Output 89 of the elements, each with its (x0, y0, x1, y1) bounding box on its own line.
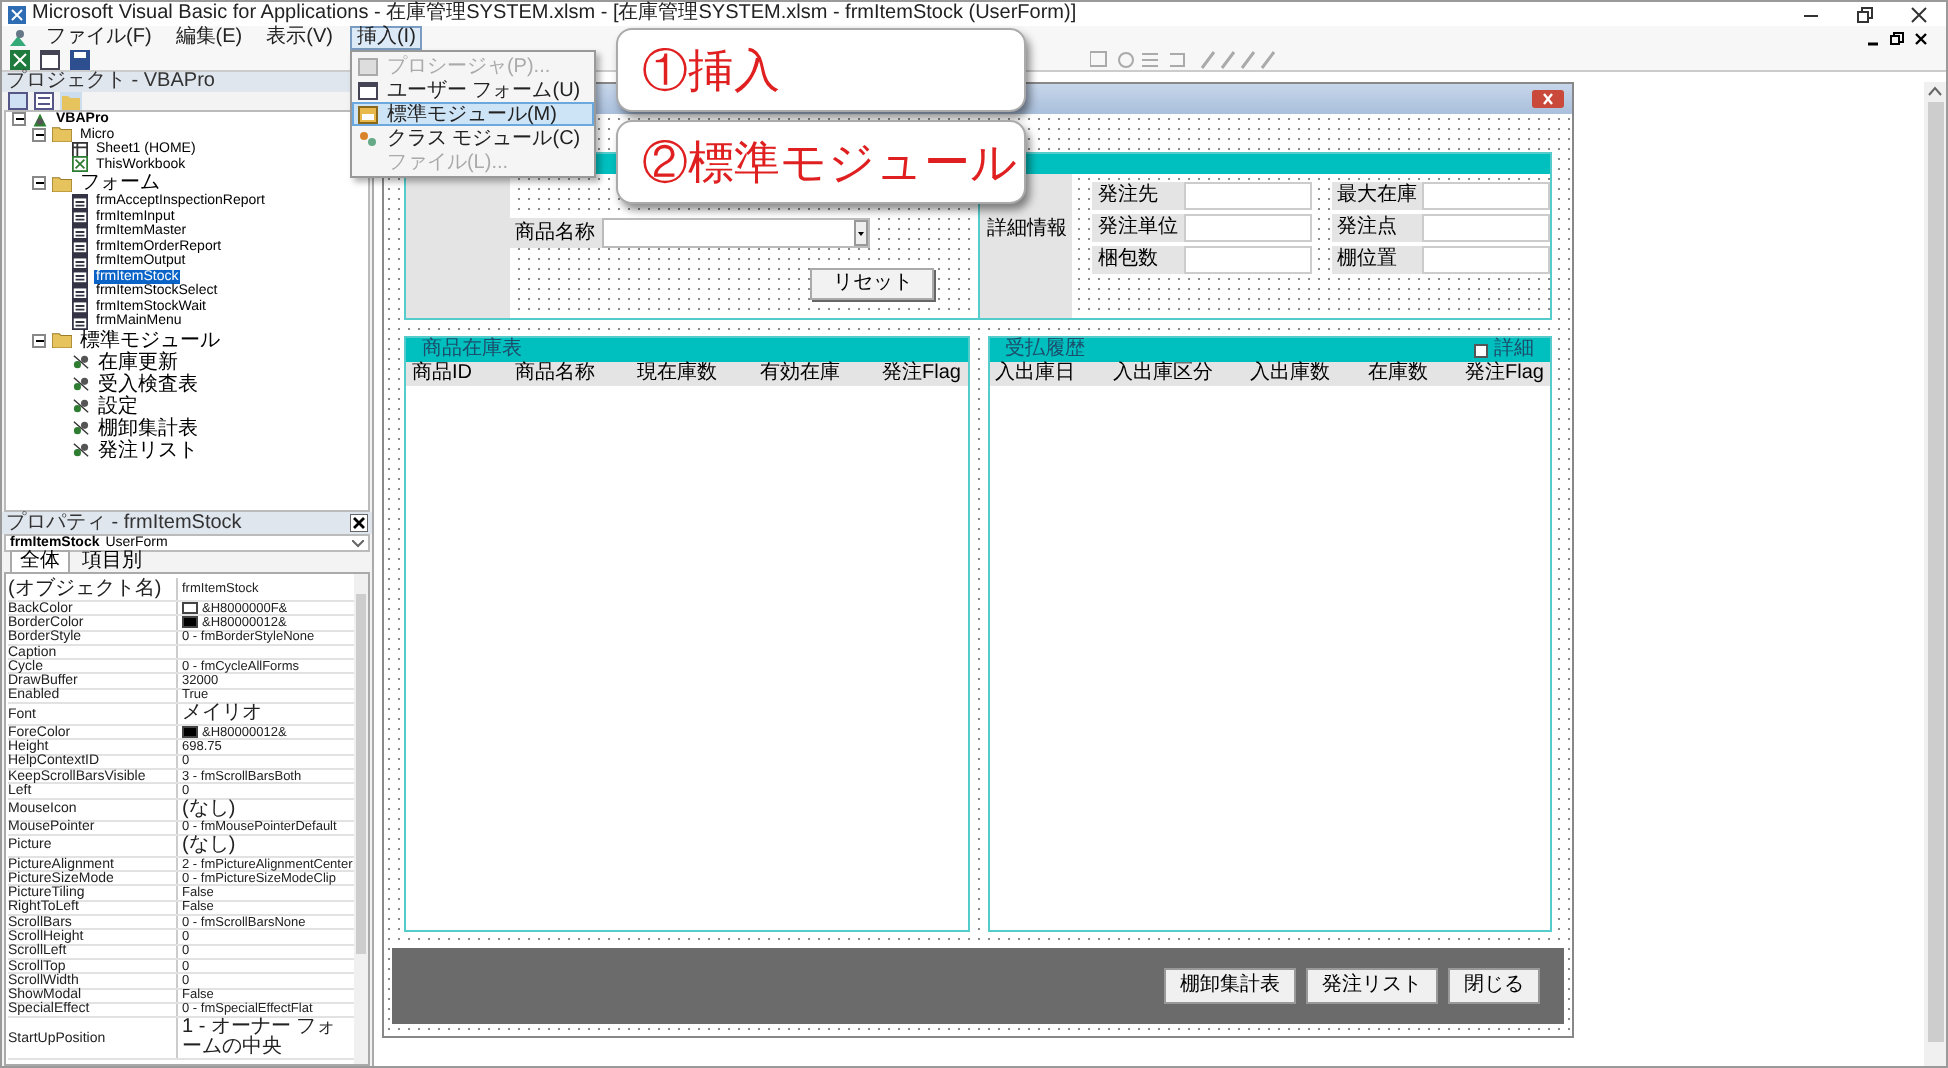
close-icon[interactable] (1910, 5, 1928, 23)
column-header: 発注Flag (1465, 362, 1544, 386)
class-icon (358, 129, 379, 147)
tree-item[interactable]: 棚卸集計表 (96, 417, 200, 439)
menu-item[interactable]: ファイル(F) (40, 26, 158, 50)
field-label: 発注点 (1331, 214, 1423, 242)
save-icon[interactable] (70, 50, 90, 70)
text-field[interactable] (1183, 214, 1312, 242)
column-header: 現在庫数 (637, 362, 717, 386)
menu-entry[interactable]: 標準モジュール(M) (352, 102, 595, 126)
sheet-icon (72, 141, 88, 158)
column-header: 有効在庫 (759, 362, 840, 386)
folder-icon (52, 332, 72, 348)
label-column (406, 174, 510, 318)
property-value[interactable]: メイリオ (182, 704, 262, 725)
property-value[interactable]: 1 - オーナー フォームの中央 (182, 1018, 354, 1059)
form-icon[interactable] (40, 50, 60, 70)
column-header: 発注Flag (882, 362, 961, 386)
window-title: Microsoft Visual Basic for Applications - 在庫管理SYSTEM.xlsm - [在庫管理SYSTEM.xlsm - frmItemStock (UserForm)] (32, 2, 1077, 25)
property-value[interactable]: (なし) (182, 835, 236, 856)
menu-item[interactable]: 挿入(I) (350, 26, 422, 50)
column-header: 入出庫日 (995, 362, 1075, 386)
module-icon (72, 420, 90, 436)
close-icon[interactable] (1914, 31, 1928, 45)
restore-icon[interactable] (1856, 5, 1874, 23)
view-object-icon[interactable] (34, 92, 54, 110)
form-button[interactable]: 発注リスト (1306, 968, 1438, 1004)
tree-item[interactable]: 標準モジュール (78, 329, 222, 351)
collapse-icon[interactable] (12, 112, 26, 127)
reset-button[interactable]: リセット (810, 268, 935, 300)
table-title: 受払履歴 (1005, 338, 1087, 361)
dropdown-caret-icon (352, 539, 364, 547)
property-name[interactable]: (オブジェクト名) (8, 578, 176, 600)
column-header: 商品ID (412, 362, 472, 386)
procedure-icon (358, 57, 379, 75)
form-icon (358, 81, 379, 99)
field-label: 詳細情報 (986, 218, 1067, 242)
form-button[interactable]: 棚卸集計表 (1164, 968, 1296, 1004)
menu-entry[interactable]: クラス モジュール(C) (352, 126, 595, 150)
column-header: 入出庫区分 (1112, 362, 1213, 386)
field-label: 商品名称 (509, 218, 602, 248)
scrollbar[interactable] (354, 574, 368, 1064)
collapse-icon[interactable] (32, 176, 46, 190)
text-field[interactable] (1183, 182, 1312, 210)
tree-item[interactable]: 在庫更新 (96, 351, 180, 373)
field-label: 棚位置 (1331, 246, 1423, 274)
view-code-icon[interactable] (8, 92, 28, 110)
menu-item[interactable]: 表示(V) (260, 26, 339, 50)
column-header: 在庫数 (1367, 362, 1428, 386)
table-title: 商品在庫表 (422, 338, 524, 361)
folder-icon (52, 175, 72, 191)
column-header: 商品名称 (514, 362, 595, 386)
close-icon[interactable] (350, 514, 368, 532)
properties-tab[interactable]: 全体 (10, 550, 70, 572)
scroll-up-icon[interactable] (1928, 86, 1942, 96)
collapse-icon[interactable] (32, 333, 46, 347)
field-label: 発注先 (1092, 182, 1184, 210)
callout-text: ②標準モジュール (642, 134, 1018, 190)
module-icon (72, 398, 90, 414)
tree-item[interactable]: 発注リスト (96, 439, 200, 461)
module-icon (72, 354, 90, 370)
collapse-icon[interactable] (32, 127, 46, 142)
module-icon (72, 442, 90, 458)
text-field[interactable] (1422, 214, 1550, 242)
restore-icon[interactable] (1890, 31, 1904, 45)
scrollbar[interactable] (1924, 82, 1946, 1066)
text-field[interactable] (1422, 182, 1550, 210)
form-button[interactable]: 閉じる (1448, 968, 1540, 1004)
text-field[interactable] (1183, 246, 1312, 274)
checkbox[interactable] (1474, 343, 1488, 357)
tree-item[interactable]: フォーム (78, 172, 162, 194)
field-label: 梱包数 (1092, 246, 1184, 274)
tree-item[interactable]: 受入検査表 (96, 373, 200, 395)
folder-icon (52, 126, 72, 143)
text-field[interactable] (1422, 246, 1550, 274)
property-value[interactable]: (なし) (182, 799, 236, 820)
properties-panel-header: プロパティ - frmItemStock (6, 512, 244, 534)
module-icon (358, 105, 379, 123)
workbook-icon (72, 156, 88, 173)
properties-tab[interactable]: 項目別 (72, 550, 152, 572)
dropdown-caret-icon (853, 220, 868, 246)
column-header: 入出庫数 (1250, 362, 1330, 386)
field-label: 発注単位 (1092, 214, 1184, 242)
tree-item[interactable]: 設定 (96, 395, 140, 417)
module-icon (72, 376, 90, 392)
field-label: 最大在庫 (1331, 182, 1423, 210)
checkbox-label[interactable]: 詳細 (1494, 338, 1534, 362)
menu-item[interactable]: 編集(E) (169, 26, 249, 50)
callout-text: ①挿入 (642, 42, 780, 98)
